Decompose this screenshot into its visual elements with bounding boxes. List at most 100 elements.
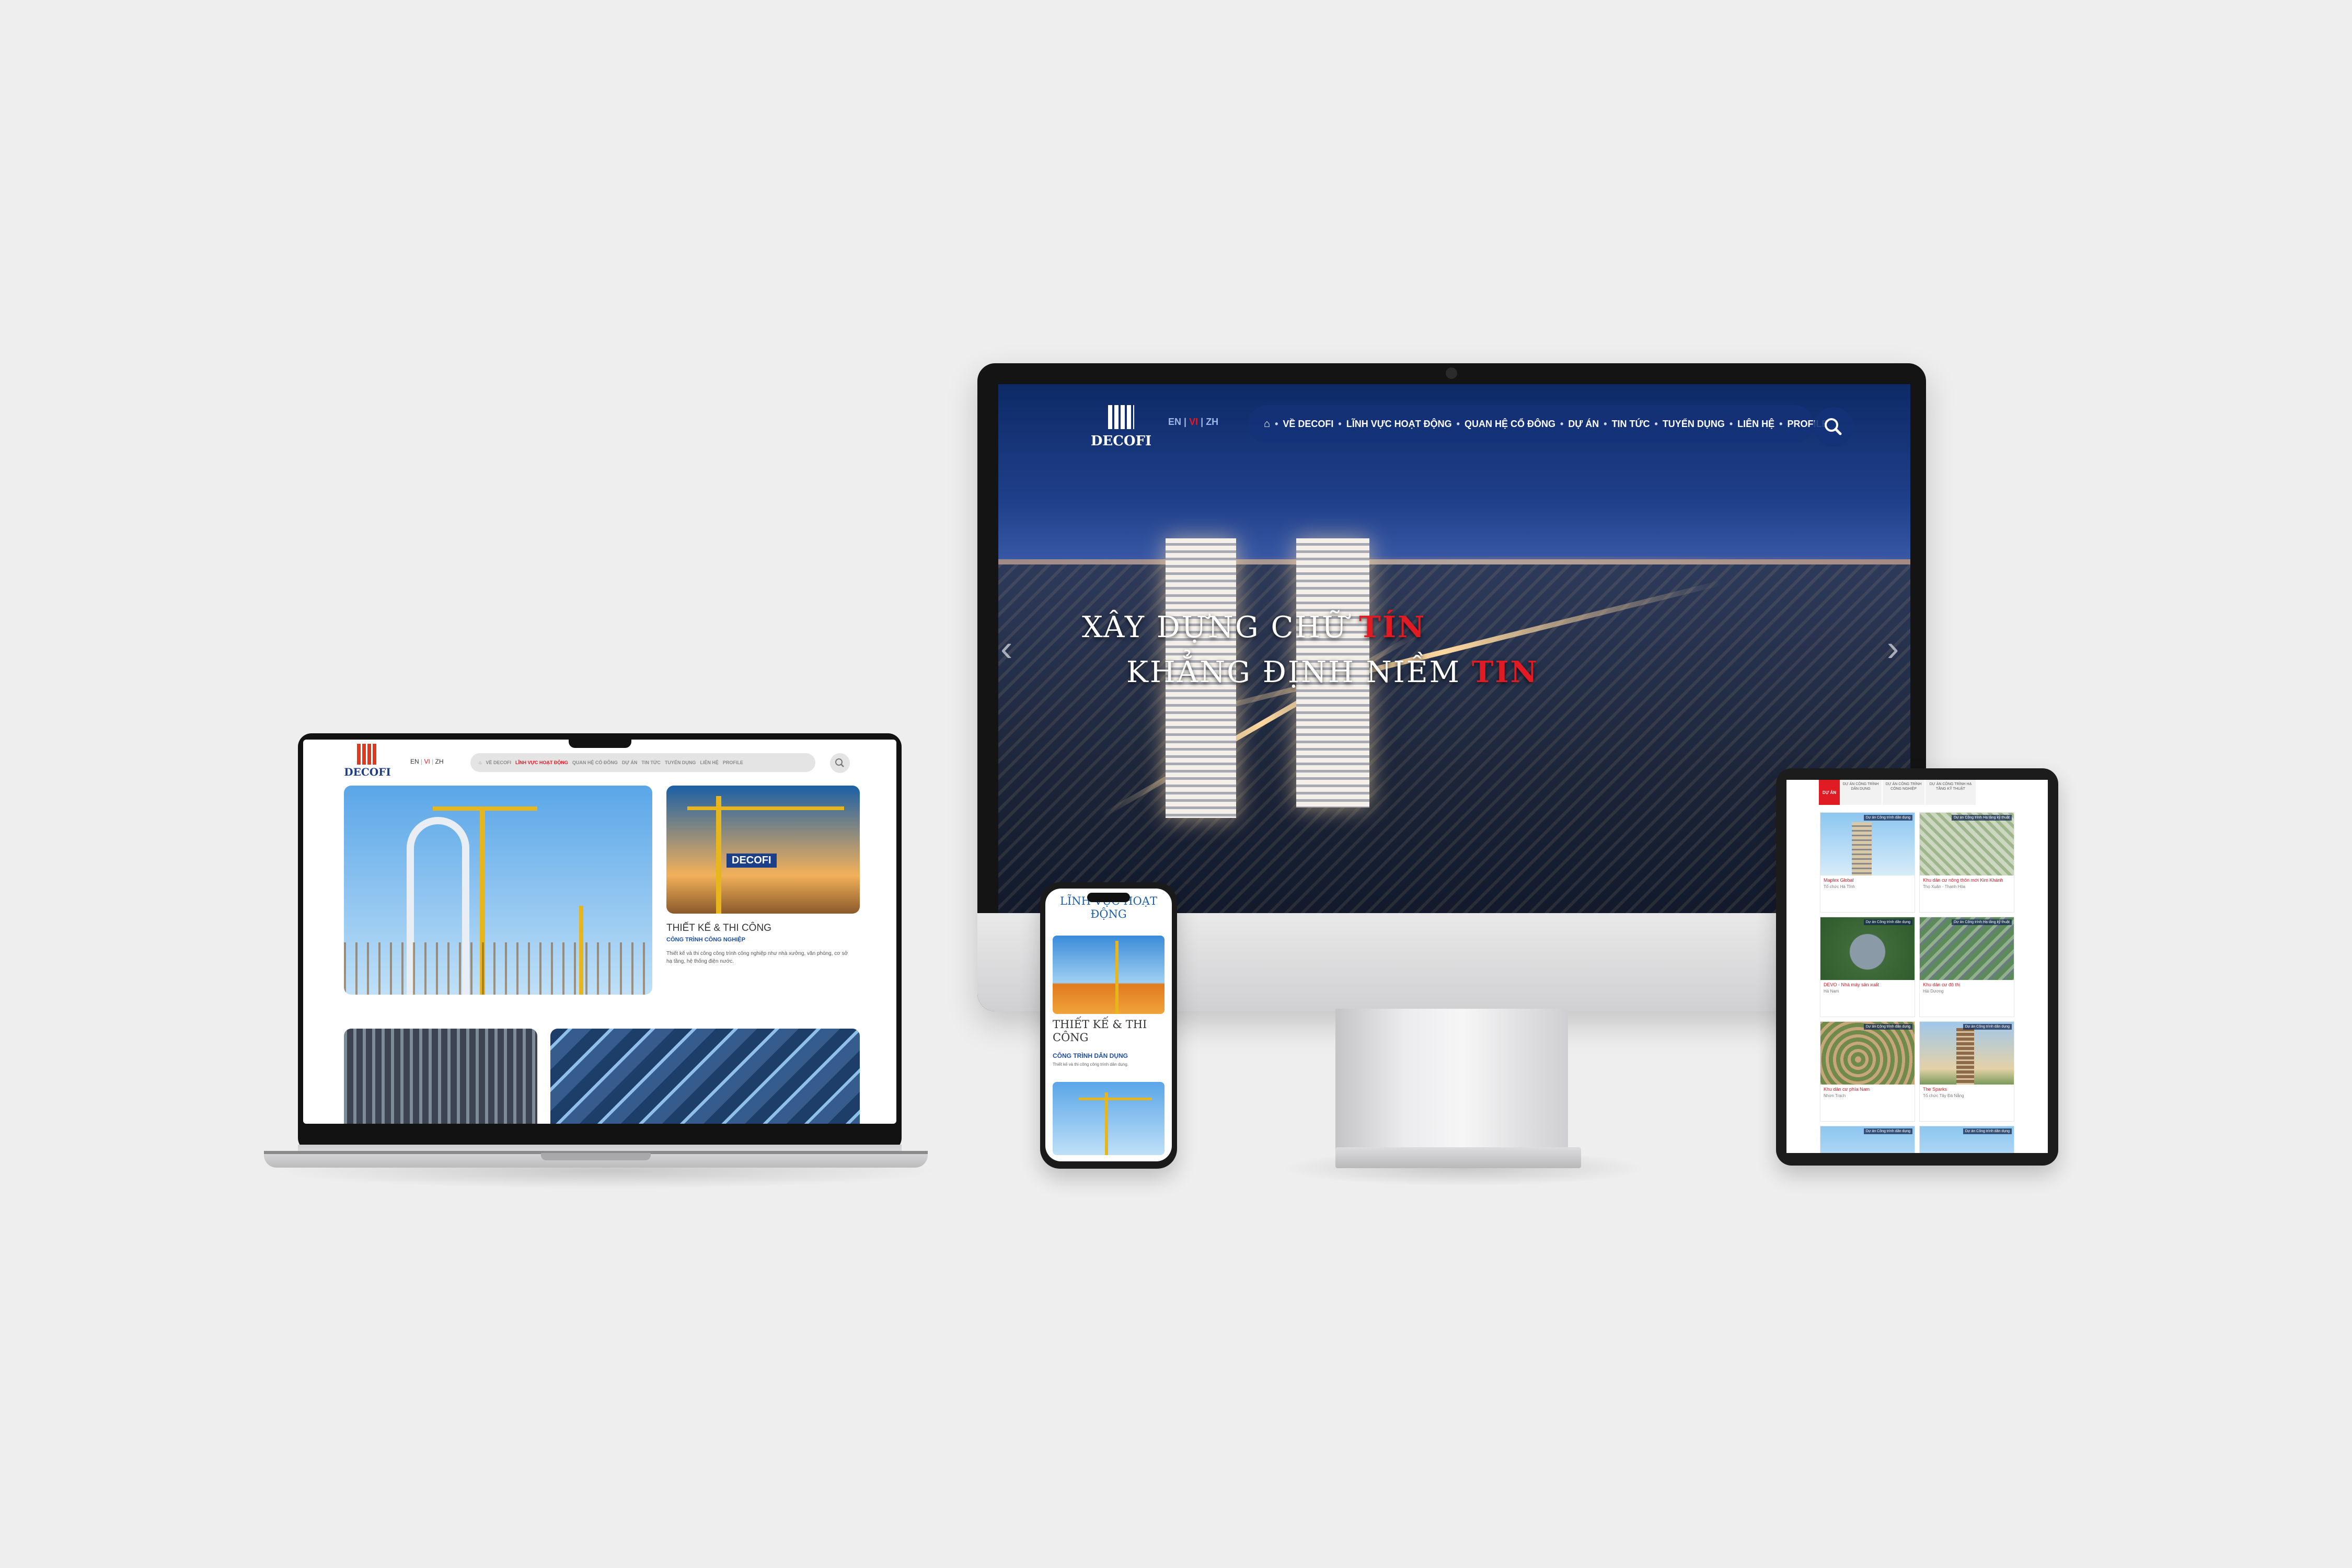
project-tag: Dự án Công trình dân dụng <box>1863 1128 1912 1134</box>
project-card[interactable]: Dự án Công trình Hạ tầng kỹ thuật Khu dâ… <box>1919 917 2014 1017</box>
slider-next-icon[interactable]: › <box>1887 627 1899 669</box>
tab-infrastructure-label: DỰ ÁN CÔNG TRÌNH HẠ TẦNG KỸ THUẬT <box>1929 782 1972 791</box>
hero-line-2-text: KHẲNG ĐỊNH NIỀM <box>1126 655 1472 689</box>
phone-island <box>1087 893 1130 902</box>
search-button[interactable] <box>1814 407 1853 447</box>
lang-zh[interactable]: ZH <box>1206 417 1218 427</box>
project-location: Thọ Xuân - Thanh Hóa <box>1923 884 1966 889</box>
lang-en[interactable]: EN <box>410 758 419 765</box>
logo-text: DECOFI <box>344 766 391 778</box>
project-card[interactable]: Dự án Công trình dân dụng <box>1919 1126 2014 1153</box>
lang-sep: | <box>421 758 423 765</box>
lang-en[interactable]: EN <box>1168 417 1181 427</box>
nav-projects[interactable]: DỰ ÁN <box>622 760 637 765</box>
project-card[interactable]: Dự án Công trình dân dụng DEVO - Nhà máy… <box>1820 917 1915 1017</box>
nav-shareholders[interactable]: QUAN HỆ CỔ ĐÔNG <box>572 760 618 765</box>
crane-mast <box>1115 941 1119 1014</box>
nav-careers[interactable]: TUYỂN DỤNG <box>1663 419 1725 430</box>
project-card[interactable]: Dự án Công trình dân dụng <box>1820 1126 1915 1153</box>
card-title: THIẾT KẾ & THI CÔNG <box>666 923 771 933</box>
project-card[interactable]: Dự án Công trình Hạ tầng kỹ thuật Khu dâ… <box>1919 812 2014 913</box>
language-switcher: EN | VI | ZH <box>410 758 444 765</box>
language-switcher: EN | VI | ZH <box>1168 417 1218 428</box>
logo[interactable]: DECOFI <box>339 744 396 780</box>
nav-contact[interactable]: LIÊN HỆ <box>700 760 719 765</box>
building-shape <box>1956 1028 1974 1085</box>
tab-industrial-label: DỰ ÁN CÔNG TRÌNH CÔNG NGHIỆP <box>1885 782 1922 791</box>
tab-infrastructure[interactable]: DỰ ÁN CÔNG TRÌNH HẠ TẦNG KỸ THUẬT <box>1926 780 1976 805</box>
project-image: Dự án Công trình dân dụng <box>1920 1126 2014 1153</box>
project-image: Dự án Công trình dân dụng <box>1820 813 1915 875</box>
tab-civil[interactable]: DỰ ÁN CÔNG TRÌNH DÂN DỤNG <box>1840 780 1882 805</box>
project-tag: Dự án Công trình dân dụng <box>1863 919 1912 925</box>
phone-screen: LĨNH VỰC HOẠT ĐỘNG THIẾT KẾ & THI CÔNG C… <box>1045 889 1172 1161</box>
crane-mast <box>1105 1092 1108 1155</box>
hero-line-2: KHẲNG ĐỊNH NIỀM TIN <box>1126 655 1539 689</box>
nav-business[interactable]: LĨNH VỰC HOẠT ĐỘNG <box>1346 419 1452 430</box>
worker-photo <box>1053 936 1165 1014</box>
project-title: Khu dân cư nông thôn mới Kim Khánh <box>1923 878 2003 883</box>
search-icon <box>1825 418 1842 435</box>
project-image: Dự án Công trình dân dụng <box>1820 1022 1915 1085</box>
crane-jib <box>1079 1098 1152 1100</box>
tab-industrial[interactable]: DỰ ÁN CÔNG TRÌNH CÔNG NGHIỆP <box>1883 780 1924 805</box>
home-icon[interactable]: ⌂ <box>479 760 481 765</box>
nav-news[interactable]: TIN TỨC <box>641 760 660 765</box>
nav-profile[interactable]: PROFILE <box>723 760 743 765</box>
desktop-screen: DECOFI EN | VI | ZH ⌂ • VỀ DECOFI • LĨNH V… <box>998 384 1910 913</box>
nav-careers[interactable]: TUYỂN DỤNG <box>665 760 696 765</box>
monitor-stand <box>1335 1009 1568 1150</box>
project-title: Maplex Global <box>1824 878 1854 883</box>
project-title: Khu dân cư đô thị <box>1923 982 1961 987</box>
lang-sep: | <box>1184 417 1187 427</box>
project-location: Tổ chức Hà Tĩnh <box>1824 884 1855 889</box>
project-tag: Dự án Công trình dân dụng <box>1963 1128 2012 1134</box>
project-tag: Dự án Công trình dân dụng <box>1863 1024 1912 1030</box>
tablet-screen: DỰ ÁN DỰ ÁN CÔNG TRÌNH DÂN DỤNG DỰ ÁN CÔ… <box>1786 780 2048 1153</box>
crane-jib <box>433 806 537 811</box>
project-image: Dự án Công trình dân dụng <box>1820 1126 1915 1153</box>
nav-about[interactable]: VỀ DECOFI <box>1283 419 1333 430</box>
monitor-foot <box>1335 1147 1581 1168</box>
lang-vi[interactable]: VI <box>1189 417 1198 427</box>
tab-projects[interactable]: DỰ ÁN <box>1819 780 1840 805</box>
project-tag: Dự án Công trình dân dụng <box>1863 815 1912 821</box>
project-location: Hà Nam <box>1824 989 1839 994</box>
nav-about[interactable]: VỀ DECOFI <box>486 760 511 765</box>
project-card[interactable]: Dự án Công trình dân dụng The Sparks Tổ … <box>1919 1021 2014 1122</box>
lang-zh[interactable]: ZH <box>435 758 444 765</box>
hero-line-1-highlight: TÍN <box>1359 610 1426 644</box>
project-location: Tổ chức Tây Đà Nẵng <box>1923 1093 1964 1098</box>
crane-jib <box>687 806 844 810</box>
laptop-groove <box>541 1153 651 1160</box>
main-nav: ⌂ • VỀ DECOFI • LĨNH VỰC HOẠT ĐỘNG • QUAN H… <box>1248 405 1828 443</box>
building-shape <box>1852 822 1872 875</box>
card-subtitle: CÔNG TRÌNH DÂN DỤNG <box>1053 1052 1128 1059</box>
logo[interactable]: DECOFI <box>1087 405 1155 452</box>
lang-sep-2: | <box>432 758 434 765</box>
lang-vi[interactable]: VI <box>424 758 430 765</box>
home-icon[interactable]: ⌂ <box>1264 418 1270 430</box>
main-nav: ⌂ VỀ DECOFI LĨNH VỰC HOẠT ĐỘNG QUAN HỆ C… <box>470 753 815 772</box>
logo-text: DECOFI <box>1090 433 1152 449</box>
nav-business[interactable]: LĨNH VỰC HOẠT ĐỘNG <box>515 760 568 765</box>
project-image: Dự án Công trình Hạ tầng kỹ thuật <box>1920 917 2014 980</box>
nav-contact[interactable]: LIÊN HỆ <box>1737 419 1774 430</box>
laptop-notch <box>569 734 631 748</box>
bridge-photo <box>344 786 652 995</box>
project-card[interactable]: Dự án Công trình dân dụng Maplex Global … <box>1820 812 1915 913</box>
glass-facade-photo <box>550 1029 860 1124</box>
camera-icon <box>1446 367 1457 379</box>
project-location: Hải Dương <box>1923 989 1944 994</box>
decofi-banner: DECOFI <box>727 854 777 868</box>
nav-shareholders[interactable]: QUAN HỆ CỔ ĐÔNG <box>1465 419 1555 430</box>
search-button[interactable] <box>830 753 850 773</box>
card-subtitle: CÔNG TRÌNH CÔNG NGHIỆP <box>666 937 745 943</box>
project-tag: Dự án Công trình dân dụng <box>1963 1024 2012 1030</box>
project-image: Dự án Công trình dân dụng <box>1820 917 1915 980</box>
nav-projects[interactable]: DỰ ÁN <box>1568 419 1599 430</box>
project-image: Dự án Công trình dân dụng <box>1920 1022 2014 1085</box>
project-card[interactable]: Dự án Công trình dân dụng Khu dân cư phí… <box>1820 1021 1915 1122</box>
slider-prev-icon[interactable]: ‹ <box>1000 627 1012 669</box>
nav-news[interactable]: TIN TỨC <box>1612 419 1650 430</box>
